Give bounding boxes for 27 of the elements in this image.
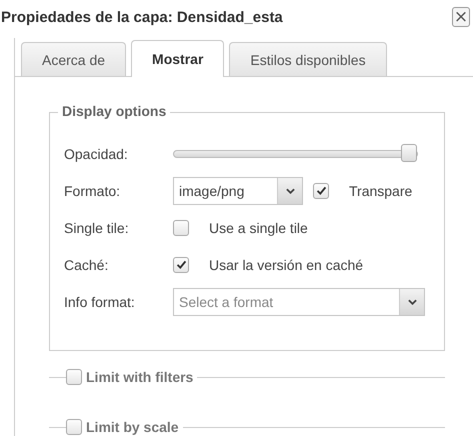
format-dropdown[interactable]: image/png [173,176,303,204]
opacity-slider[interactable] [173,144,418,164]
window-title: Propiedades de la capa: Densidad_esta [1,8,283,26]
field-label: Formato: [64,182,122,198]
section-title: Limit by scale [86,419,180,435]
section-title: Limit with filters [86,369,194,385]
tab[interactable]: Mostrar [131,40,224,77]
checkbox-label: Usar la versión en caché [209,256,364,272]
tab[interactable]: Acerca de [21,42,126,76]
checkbox[interactable] [173,256,189,272]
format-dropdown[interactable]: Select a format [173,288,425,316]
slider-thumb[interactable] [400,144,417,162]
close-button[interactable]: × [452,7,470,27]
checkbox[interactable] [66,419,82,435]
checkbox[interactable] [313,182,329,198]
group-title: Display options [58,103,170,119]
checkbox-label: Transpare [349,182,412,198]
field-label: Info format: [64,294,136,310]
field-label: Single tile: [64,220,130,236]
checkbox[interactable] [66,369,82,385]
tab[interactable]: Estilos disponibles [229,42,387,76]
checkmark-icon [176,259,186,270]
checkbox[interactable] [173,220,189,236]
checkmark-icon [316,185,326,196]
field-label: Opacidad: [64,146,129,162]
checkbox-label: Use a single tile [209,220,308,236]
field-label: Caché: [64,256,110,272]
